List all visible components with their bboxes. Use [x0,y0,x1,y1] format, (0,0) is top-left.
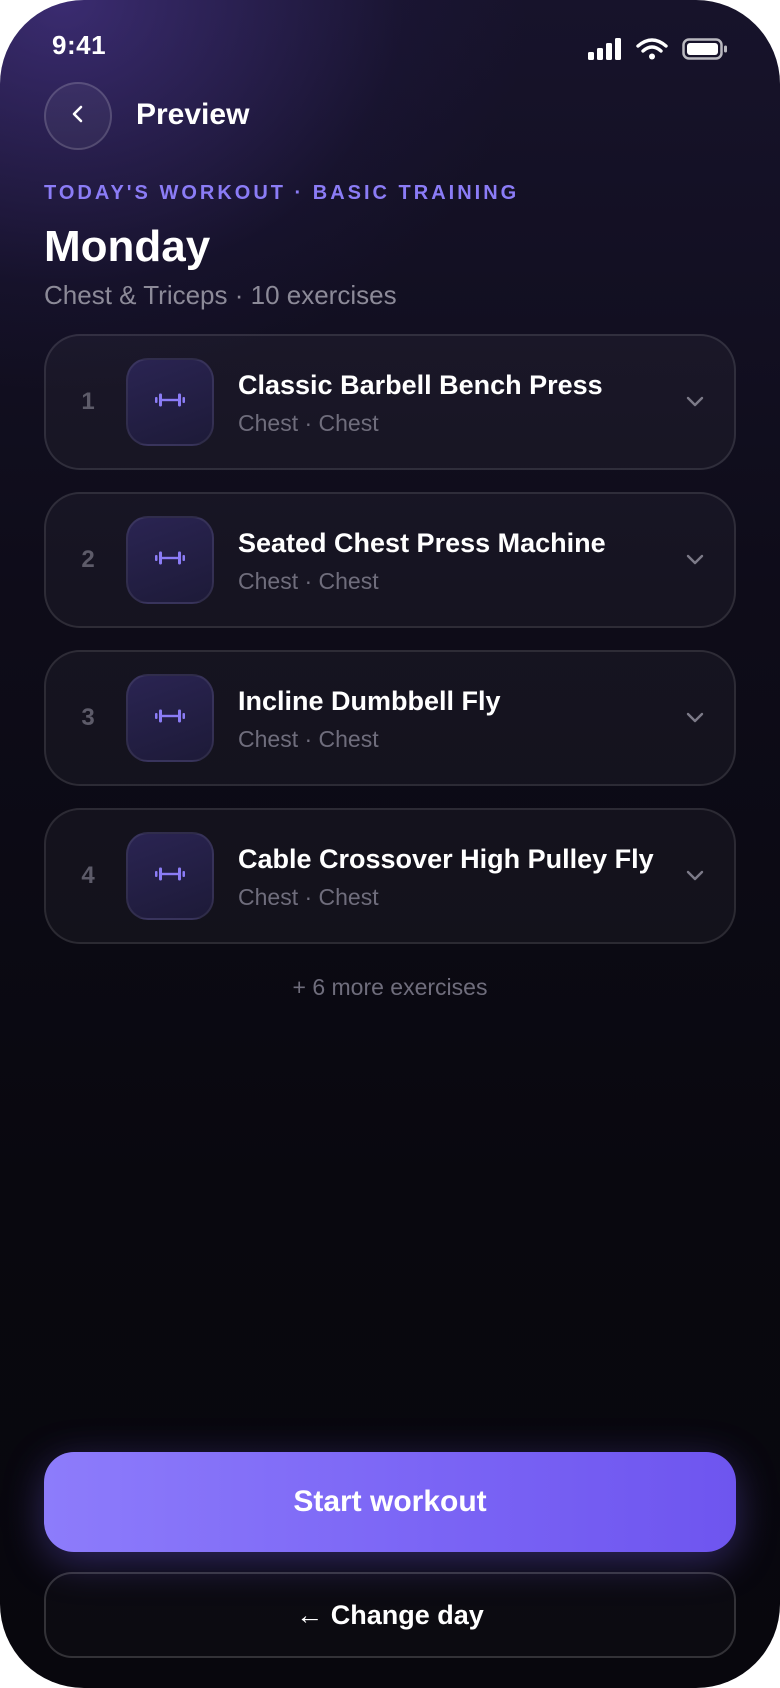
exercise-card[interactable]: 4 Cable Crossover High Pulley Fly Chest … [44,808,736,944]
exercise-meta: Chest · Chest [238,884,379,910]
exercise-meta: Chest · Chest [238,410,379,436]
change-day-button[interactable]: ← Change day [44,1572,736,1658]
exercise-number: 2 [81,546,95,573]
chevron-down-icon[interactable] [684,864,706,891]
exercise-card[interactable]: 3 Incline Dumbbell Fly Chest · Chest [44,650,736,786]
exercise-number: 1 [81,388,95,415]
exercise-number: 3 [81,704,95,731]
more-exercises-link[interactable]: + 6 more exercises [0,974,780,1001]
exercise-name: Cable Crossover High Pulley Fly [238,844,654,874]
phone-screen: 9:41 Preview TODAY'S WORKOUT · BASIC TRA… [0,0,780,1688]
wifi-icon [636,38,668,65]
exercise-card[interactable]: 2 Seated Chest Press Machine Chest · Che… [44,492,736,628]
dumbbell-icon [155,708,185,729]
dumbbell-icon [155,550,185,571]
chevron-down-icon[interactable] [684,548,706,575]
chevron-down-icon[interactable] [684,706,706,733]
exercise-name: Classic Barbell Bench Press [238,370,603,400]
page-title: Preview [136,98,250,131]
start-workout-button[interactable]: Start workout [44,1452,736,1552]
day-title: Monday [44,222,211,271]
chevron-down-icon[interactable] [684,390,706,417]
exercise-name: Incline Dumbbell Fly [238,686,501,716]
status-time: 9:41 [52,30,107,60]
exercise-thumbnail [126,832,214,920]
exercise-meta: Chest · Chest [238,726,379,752]
exercise-list: 1 Classic Barbell Bench Press Chest · Ch… [44,334,736,966]
dumbbell-icon [155,866,185,887]
exercise-meta: Chest · Chest [238,568,379,594]
day-subtitle: Chest & Triceps · 10 exercises [44,280,397,310]
exercise-number: 4 [81,862,95,889]
exercise-thumbnail [126,674,214,762]
exercise-thumbnail [126,358,214,446]
signal-icon [588,38,622,65]
status-icons [588,38,728,65]
dumbbell-icon [155,392,185,413]
exercise-thumbnail [126,516,214,604]
chevron-left-icon [68,104,88,129]
exercise-card[interactable]: 1 Classic Barbell Bench Press Chest · Ch… [44,334,736,470]
exercise-name: Seated Chest Press Machine [238,528,606,558]
back-button[interactable] [44,82,112,150]
workout-eyebrow: TODAY'S WORKOUT · BASIC TRAINING [44,182,520,204]
battery-icon [682,38,728,65]
